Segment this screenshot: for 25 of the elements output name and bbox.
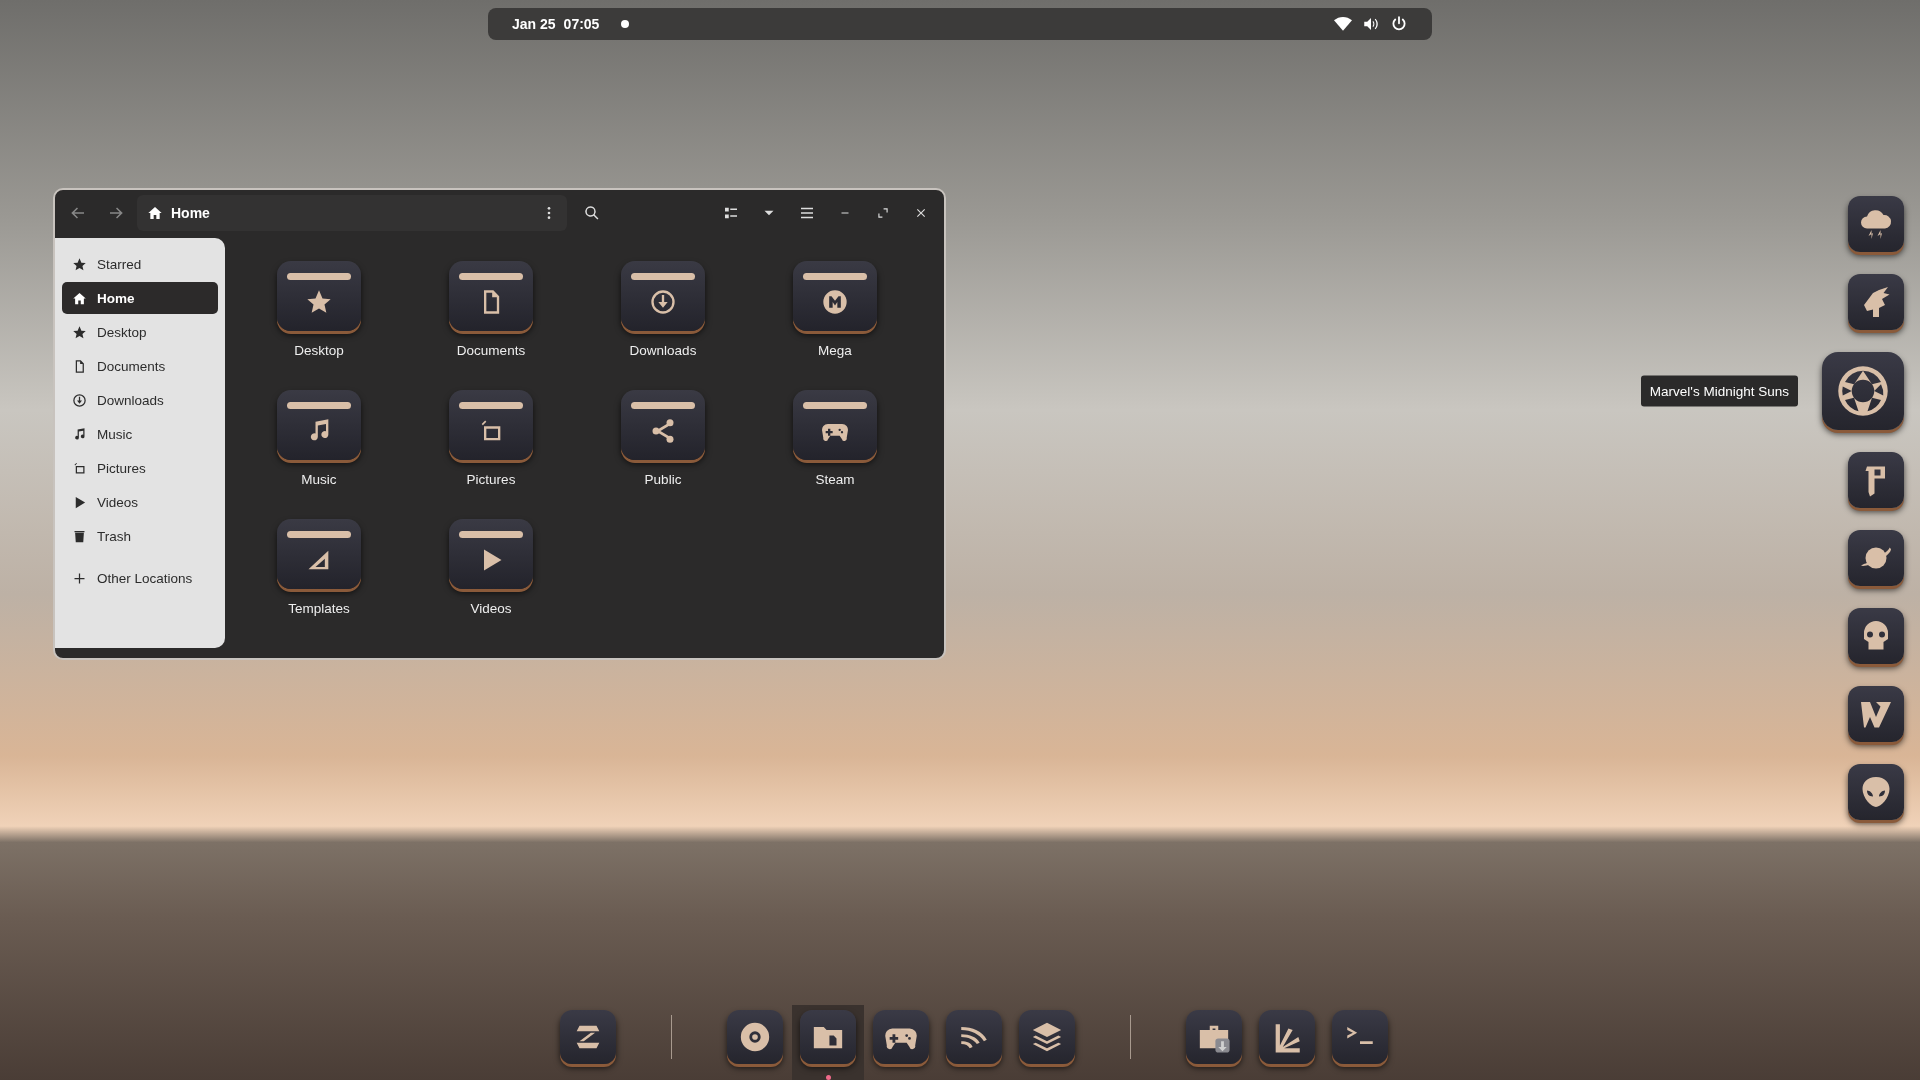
sidebar-item[interactable]: Videos (62, 486, 218, 518)
sidebar-item[interactable]: Trash (62, 520, 218, 552)
sidebar-item[interactable]: Desktop (62, 316, 218, 348)
folder-item[interactable]: Music (233, 390, 405, 519)
sidebar-item[interactable]: Home (62, 282, 218, 314)
folder-item[interactable]: Public (577, 390, 749, 519)
time-label[interactable]: 07:05 (563, 16, 600, 32)
path-label: Home (171, 205, 211, 221)
sidebar-item[interactable]: Pictures (62, 452, 218, 484)
folder-item[interactable]: Videos (405, 519, 577, 648)
folder-item[interactable]: Desktop (233, 261, 405, 390)
folder-item[interactable]: Pictures (405, 390, 577, 519)
folder-item[interactable]: Documents (405, 261, 577, 390)
folder-item[interactable]: Downloads (577, 261, 749, 390)
sidebar-item[interactable]: Music (62, 418, 218, 450)
date-label[interactable]: Jan 25 (512, 16, 556, 32)
folder-item[interactable]: Steam (749, 390, 921, 519)
sidebar-item[interactable]: Starred (62, 248, 218, 280)
folder-item[interactable]: Mega (749, 261, 921, 390)
tooltip: Marvel's Midnight Suns (1640, 375, 1798, 407)
sidebar-item[interactable]: Downloads (62, 384, 218, 416)
sidebar-item[interactable]: Documents (62, 350, 218, 382)
folder-item[interactable]: Templates (233, 519, 405, 648)
sidebar-item[interactable]: Other Locations (62, 562, 218, 594)
path-bar[interactable]: Home (137, 195, 567, 231)
